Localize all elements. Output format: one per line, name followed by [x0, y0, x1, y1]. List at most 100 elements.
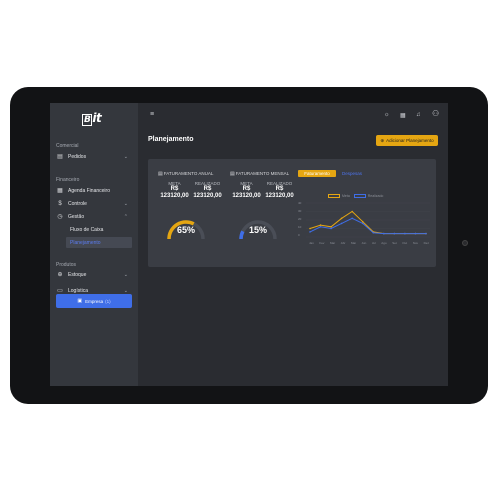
data-point[interactable] [319, 226, 322, 228]
section-label-produtos: Produtos [56, 262, 77, 268]
chevron-down-icon: ⌄ [123, 153, 128, 160]
sidebar-item-pedidos[interactable]: ▤ Pedidos ⌄ [56, 151, 134, 162]
sidebar-subitem-planejamento[interactable]: Planejamento [66, 237, 132, 248]
kpi-annual: ▤FATURAMENTO ANUAL META R$ 123120,00 REA… [158, 171, 224, 207]
sidebar-item-label: Controle [68, 200, 87, 207]
data-point[interactable] [372, 231, 375, 234]
sidebar-item-label: Agenda Financeiro [68, 187, 110, 194]
kpi-currency: R$ [170, 186, 179, 192]
user-icon[interactable]: ⚇ [432, 109, 439, 118]
logo[interactable]: Bit [82, 111, 102, 126]
legend-swatch [328, 194, 340, 198]
sidebar-item-estoque[interactable]: ⊕ Estoque ⌄ [56, 269, 134, 280]
x-tick-label: Abr [340, 241, 346, 245]
x-tick-label: Mar [330, 241, 336, 245]
menu-toggle-icon[interactable]: ≡ [150, 111, 154, 118]
data-point[interactable] [340, 217, 343, 220]
sidebar: Bit Comercial ▤ Pedidos ⌄ Financeiro ▦ A… [50, 103, 138, 386]
truck-icon: ▭ [57, 288, 63, 294]
sidebar-item-agenda-financeiro[interactable]: ▦ Agenda Financeiro [56, 185, 134, 196]
legend-label: Meta [342, 194, 350, 198]
x-tick-label: Fev [319, 241, 325, 245]
x-tick-label: Mai [351, 241, 356, 245]
data-point[interactable] [393, 232, 396, 235]
y-tick-label: 10 [298, 225, 302, 229]
data-point[interactable] [309, 231, 311, 233]
dollar-icon: $ [58, 200, 62, 207]
building-icon: ▣ [77, 298, 83, 304]
sidebar-item-controle[interactable]: $ Controle ⌄ [56, 198, 134, 209]
chart-y-axis: 40 30 20 10 0 [298, 201, 301, 237]
page-title: Planejamento [148, 136, 194, 143]
tab-faturamento[interactable]: Faturamento [298, 170, 336, 177]
add-planning-label: Adicionar Planejamento [386, 138, 434, 143]
legend-label: Realizado [367, 194, 384, 198]
data-point[interactable] [340, 222, 343, 225]
x-tick-label: Dez [423, 241, 429, 245]
x-tick-label: Jun [361, 241, 367, 245]
chevron-down-icon: ⌄ [123, 271, 128, 278]
line-chart [306, 202, 430, 238]
legend-item-realizado[interactable]: Realizado [353, 194, 384, 198]
gauge-annual: 65% [166, 219, 206, 241]
chart-x-axis: Jan Fev Mar Abr Mai Jun Jul Ago Set Out Nov Dez [309, 241, 429, 245]
y-tick-label: 20 [298, 217, 302, 221]
kpi-realizado-value: 123120,00 [265, 193, 294, 199]
data-point[interactable] [414, 232, 417, 235]
data-point[interactable] [425, 232, 427, 235]
kpi-monthly: ▤FATURAMENTO MENSAL META R$ 123120,00 RE… [230, 171, 296, 207]
calendar-icon: ▤ [230, 171, 235, 177]
legend-item-meta[interactable]: Meta [328, 194, 350, 198]
app-screen: Bit Comercial ▤ Pedidos ⌄ Financeiro ▦ A… [50, 103, 448, 386]
sidebar-item-gestao[interactable]: ◷ Gestão ⌃ [56, 211, 134, 222]
camera-dot [462, 240, 468, 246]
sun-icon[interactable]: ☼ [384, 112, 390, 118]
document-icon: ▤ [57, 154, 63, 160]
tab-despesas[interactable]: Despesas [340, 170, 364, 177]
sidebar-item-label: Estoque [68, 271, 87, 278]
data-point[interactable] [351, 217, 353, 220]
company-button-label: Empresa [85, 298, 104, 304]
data-point[interactable] [383, 232, 385, 235]
data-point[interactable] [319, 224, 322, 226]
gauge-monthly-value: 15% [248, 225, 267, 235]
kpi-title: ▤FATURAMENTO MENSAL [230, 171, 296, 177]
grid-icon[interactable]: ▦ [400, 112, 406, 119]
data-point[interactable] [330, 226, 332, 228]
section-label-comercial: Comercial [56, 143, 79, 149]
sidebar-subitem-fluxo-de-caixa[interactable]: Fluxo de Caixa [66, 224, 132, 235]
y-tick-label: 0 [298, 233, 300, 237]
x-tick-label: Ago [381, 241, 387, 245]
planning-card: ▤FATURAMENTO ANUAL META R$ 123120,00 REA… [148, 159, 436, 267]
plus-circle-icon: ⊕ [380, 137, 385, 143]
kpi-meta-value: 123120,00 [232, 193, 261, 199]
data-point[interactable] [309, 227, 311, 230]
kpi-currency: R$ [203, 186, 212, 192]
data-point[interactable] [404, 232, 406, 235]
x-tick-label: Jan [309, 241, 314, 245]
chevron-down-icon: ⌄ [123, 200, 128, 207]
gauge-monthly: 15% [238, 219, 278, 241]
calendar-icon: ▤ [158, 171, 163, 177]
x-tick-label: Set [392, 241, 397, 245]
company-button[interactable]: ▣ Empresa (1) [56, 294, 132, 308]
data-point[interactable] [330, 227, 332, 230]
calendar-icon: ▦ [57, 188, 63, 194]
clock-icon: ◷ [57, 214, 63, 220]
kpi-title: ▤FATURAMENTO ANUAL [158, 171, 224, 177]
data-point[interactable] [361, 222, 364, 225]
y-tick-label: 30 [298, 209, 302, 213]
sidebar-item-label: Logística [68, 287, 89, 294]
gauge-annual-value: 65% [176, 225, 195, 235]
chevron-down-icon: ⌄ [123, 287, 128, 294]
x-tick-label: Nov [412, 241, 419, 245]
sidebar-item-label: Pedidos [68, 153, 87, 160]
tablet-frame: Bit Comercial ▤ Pedidos ⌄ Financeiro ▦ A… [10, 87, 488, 404]
company-count: (1) [105, 298, 111, 304]
data-point[interactable] [351, 210, 353, 213]
logo-text: it [92, 111, 102, 125]
legend-swatch [353, 194, 366, 198]
data-point[interactable] [361, 220, 364, 223]
notification-icon[interactable]: ♫ [416, 112, 421, 118]
add-planning-button[interactable]: ⊕ Adicionar Planejamento [376, 135, 438, 146]
